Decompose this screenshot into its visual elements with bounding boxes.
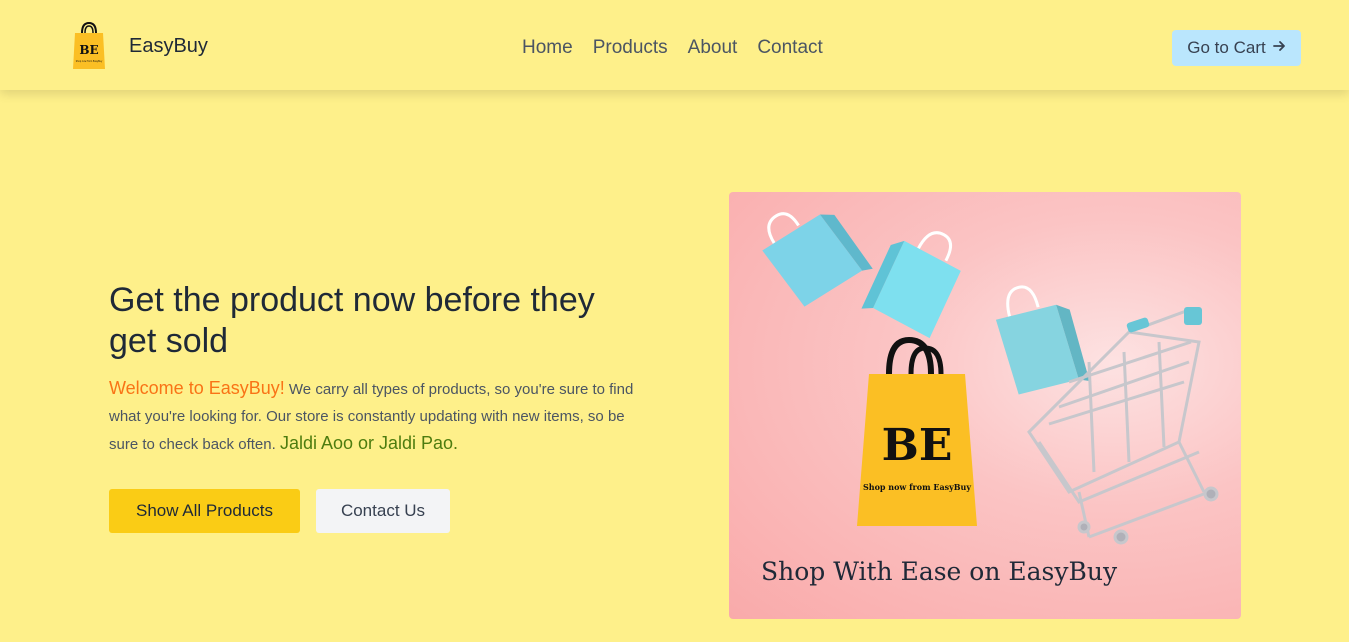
nav-links: Home Products About Contact (522, 37, 843, 59)
logo-letters: BE (79, 43, 98, 57)
bag-text: Shop now from EasyBuy (863, 482, 971, 492)
hero-title: Get the product now before they get sold (109, 281, 595, 360)
banner-illustration: BE Shop now from EasyBuy (762, 212, 1219, 545)
hero-banner-image: BE Shop now from EasyBuy Shop With Ease … (729, 192, 1241, 619)
cart-button-label: Go to Cart (1187, 38, 1266, 57)
show-all-products-button[interactable]: Show All Products (109, 489, 300, 533)
arrow-right-icon (1272, 38, 1286, 58)
bag-letters: BE (882, 420, 953, 471)
logo-bag-icon: BE Shop now from EasyBuy (72, 21, 106, 71)
brand-name: EasyBuy (129, 34, 208, 57)
navbar: BE Shop now from EasyBuy EasyBuy Home Pr… (0, 0, 1349, 90)
nav-link-about[interactable]: About (688, 37, 738, 59)
tagline-text: Jaldi Aoo or Jaldi Pao. (279, 433, 459, 453)
blue-shopping-bag-icon (861, 231, 961, 339)
logo-tagline: Shop now from EasyBuy (76, 60, 103, 63)
blue-shopping-bag-icon (762, 212, 873, 307)
yellow-shopping-bag-icon: BE Shop now from EasyBuy (857, 336, 977, 526)
go-to-cart-button[interactable]: Go to Cart (1172, 30, 1301, 66)
brand[interactable]: BE Shop now from EasyBuy EasyBuy (72, 21, 208, 71)
banner-caption: Shop With Ease on EasyBuy (761, 557, 1118, 586)
contact-us-button[interactable]: Contact Us (316, 489, 450, 533)
nav-link-contact[interactable]: Contact (757, 37, 822, 59)
nav-link-products[interactable]: Products (593, 37, 668, 59)
hero-description: Welcome to EasyBuy! We carry all types o… (109, 375, 639, 458)
welcome-text: Welcome to EasyBuy! (109, 378, 285, 398)
nav-link-home[interactable]: Home (522, 37, 573, 59)
